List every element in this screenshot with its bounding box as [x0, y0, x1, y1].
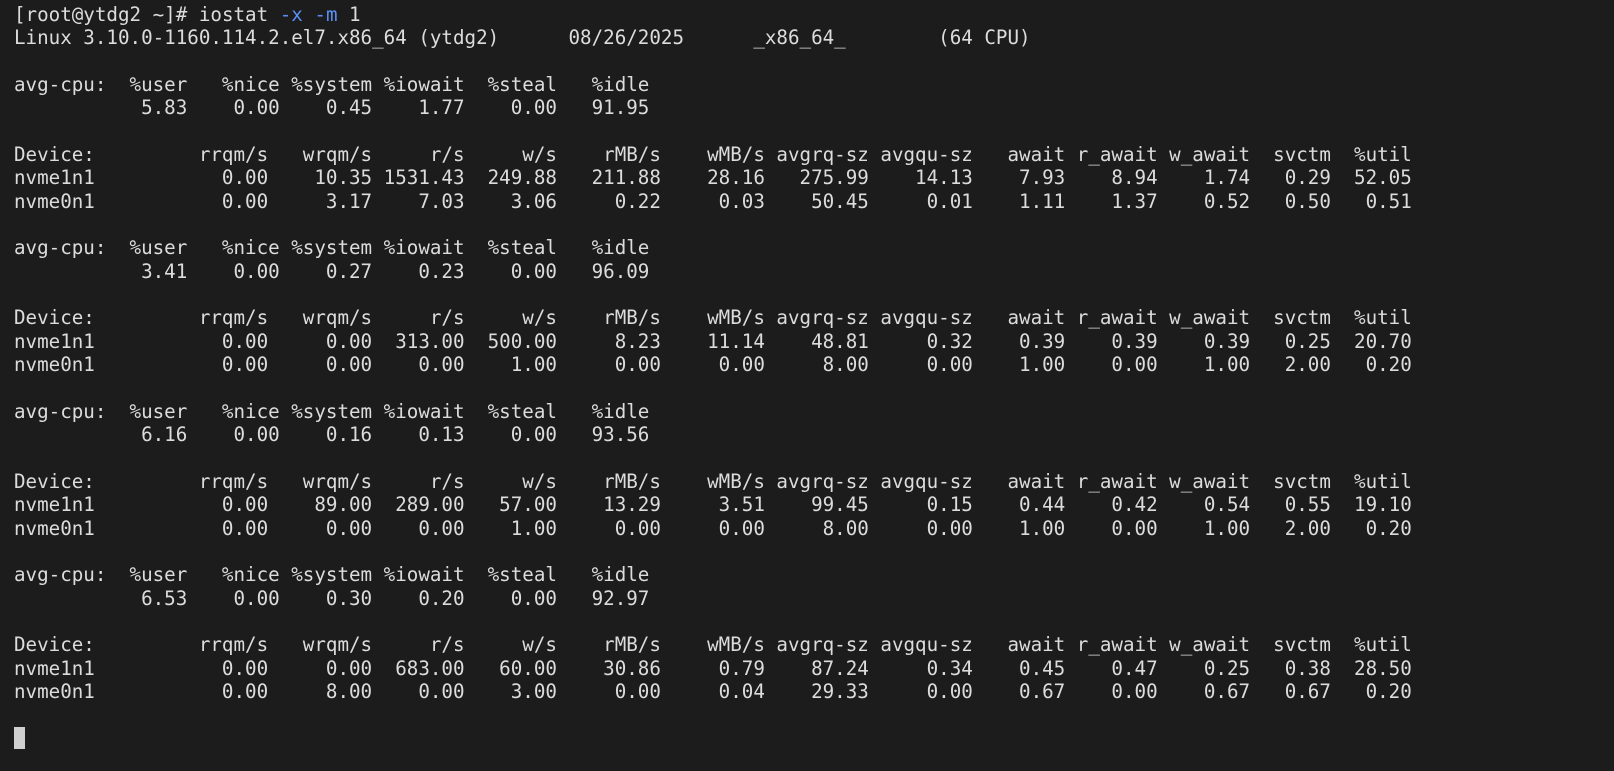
device-row-nvme1n1: nvme1n1 0.00 89.00 289.00 57.00 13.29 3.… — [14, 493, 1412, 517]
command-space — [303, 3, 315, 26]
device-row-nvme0n1: nvme0n1 0.00 0.00 0.00 1.00 0.00 0.00 8.… — [14, 516, 1412, 540]
command-name: iostat — [198, 3, 269, 26]
device-row-nvme1n1: nvme1n1 0.00 0.00 683.00 60.00 30.86 0.7… — [14, 656, 1412, 680]
shell-prompt: [root@ytdg2 ~]# — [14, 3, 199, 26]
device-header: Device: rrqm/s wrqm/s r/s w/s rMB/s wMB/… — [14, 633, 1412, 657]
cpu-values: 6.53 0.00 0.30 0.20 0.00 92.97 — [14, 586, 650, 610]
cpu-header: avg-cpu: %user %nice %system %iowait %st… — [14, 563, 650, 587]
device-row-nvme0n1: nvme0n1 0.00 8.00 0.00 3.00 0.00 0.04 29… — [14, 679, 1412, 703]
cpu-values: 3.41 0.00 0.27 0.23 0.00 96.09 — [14, 259, 650, 283]
terminal-window[interactable]: r [root@ytdg2 ~]# iostat -x -m 1 Linux 3… — [0, 0, 1614, 771]
device-row-nvme1n1: nvme1n1 0.00 10.35 1531.43 249.88 211.88… — [14, 166, 1412, 190]
cpu-header: avg-cpu: %user %nice %system %iowait %st… — [14, 399, 650, 423]
system-info-line: Linux 3.10.0-1160.114.2.el7.x86_64 (ytdg… — [14, 26, 1031, 50]
input-line[interactable] — [14, 726, 1614, 750]
cpu-header: avg-cpu: %user %nice %system %iowait %st… — [14, 236, 650, 260]
device-header: Device: rrqm/s wrqm/s r/s w/s rMB/s wMB/… — [14, 143, 1412, 167]
option-x-flag: -x — [279, 3, 303, 26]
device-row-nvme1n1: nvme1n1 0.00 0.00 313.00 500.00 8.23 11.… — [14, 329, 1412, 353]
option-m-flag: -m — [314, 3, 338, 26]
cpu-header: avg-cpu: %user %nice %system %iowait %st… — [14, 73, 650, 97]
device-header: Device: rrqm/s wrqm/s r/s w/s rMB/s wMB/… — [14, 306, 1412, 330]
device-row-nvme0n1: nvme0n1 0.00 3.17 7.03 3.06 0.22 0.03 50… — [14, 189, 1412, 213]
device-header: Device: rrqm/s wrqm/s r/s w/s rMB/s wMB/… — [14, 469, 1412, 493]
cpu-values: 6.16 0.00 0.16 0.13 0.00 93.56 — [14, 423, 650, 447]
command-line: [root@ytdg2 ~]# iostat -x -m 1 — [14, 3, 1614, 26]
cpu-values: 5.83 0.00 0.45 1.77 0.00 91.95 — [14, 96, 650, 120]
command-space — [268, 3, 280, 26]
device-row-nvme0n1: nvme0n1 0.00 0.00 0.00 1.00 0.00 0.00 8.… — [14, 353, 1412, 377]
interval-argument: 1 — [337, 3, 361, 26]
terminal-cursor — [14, 726, 25, 749]
terminal-screen[interactable]: [root@ytdg2 ~]# iostat -x -m 1 Linux 3.1… — [14, 3, 1614, 771]
